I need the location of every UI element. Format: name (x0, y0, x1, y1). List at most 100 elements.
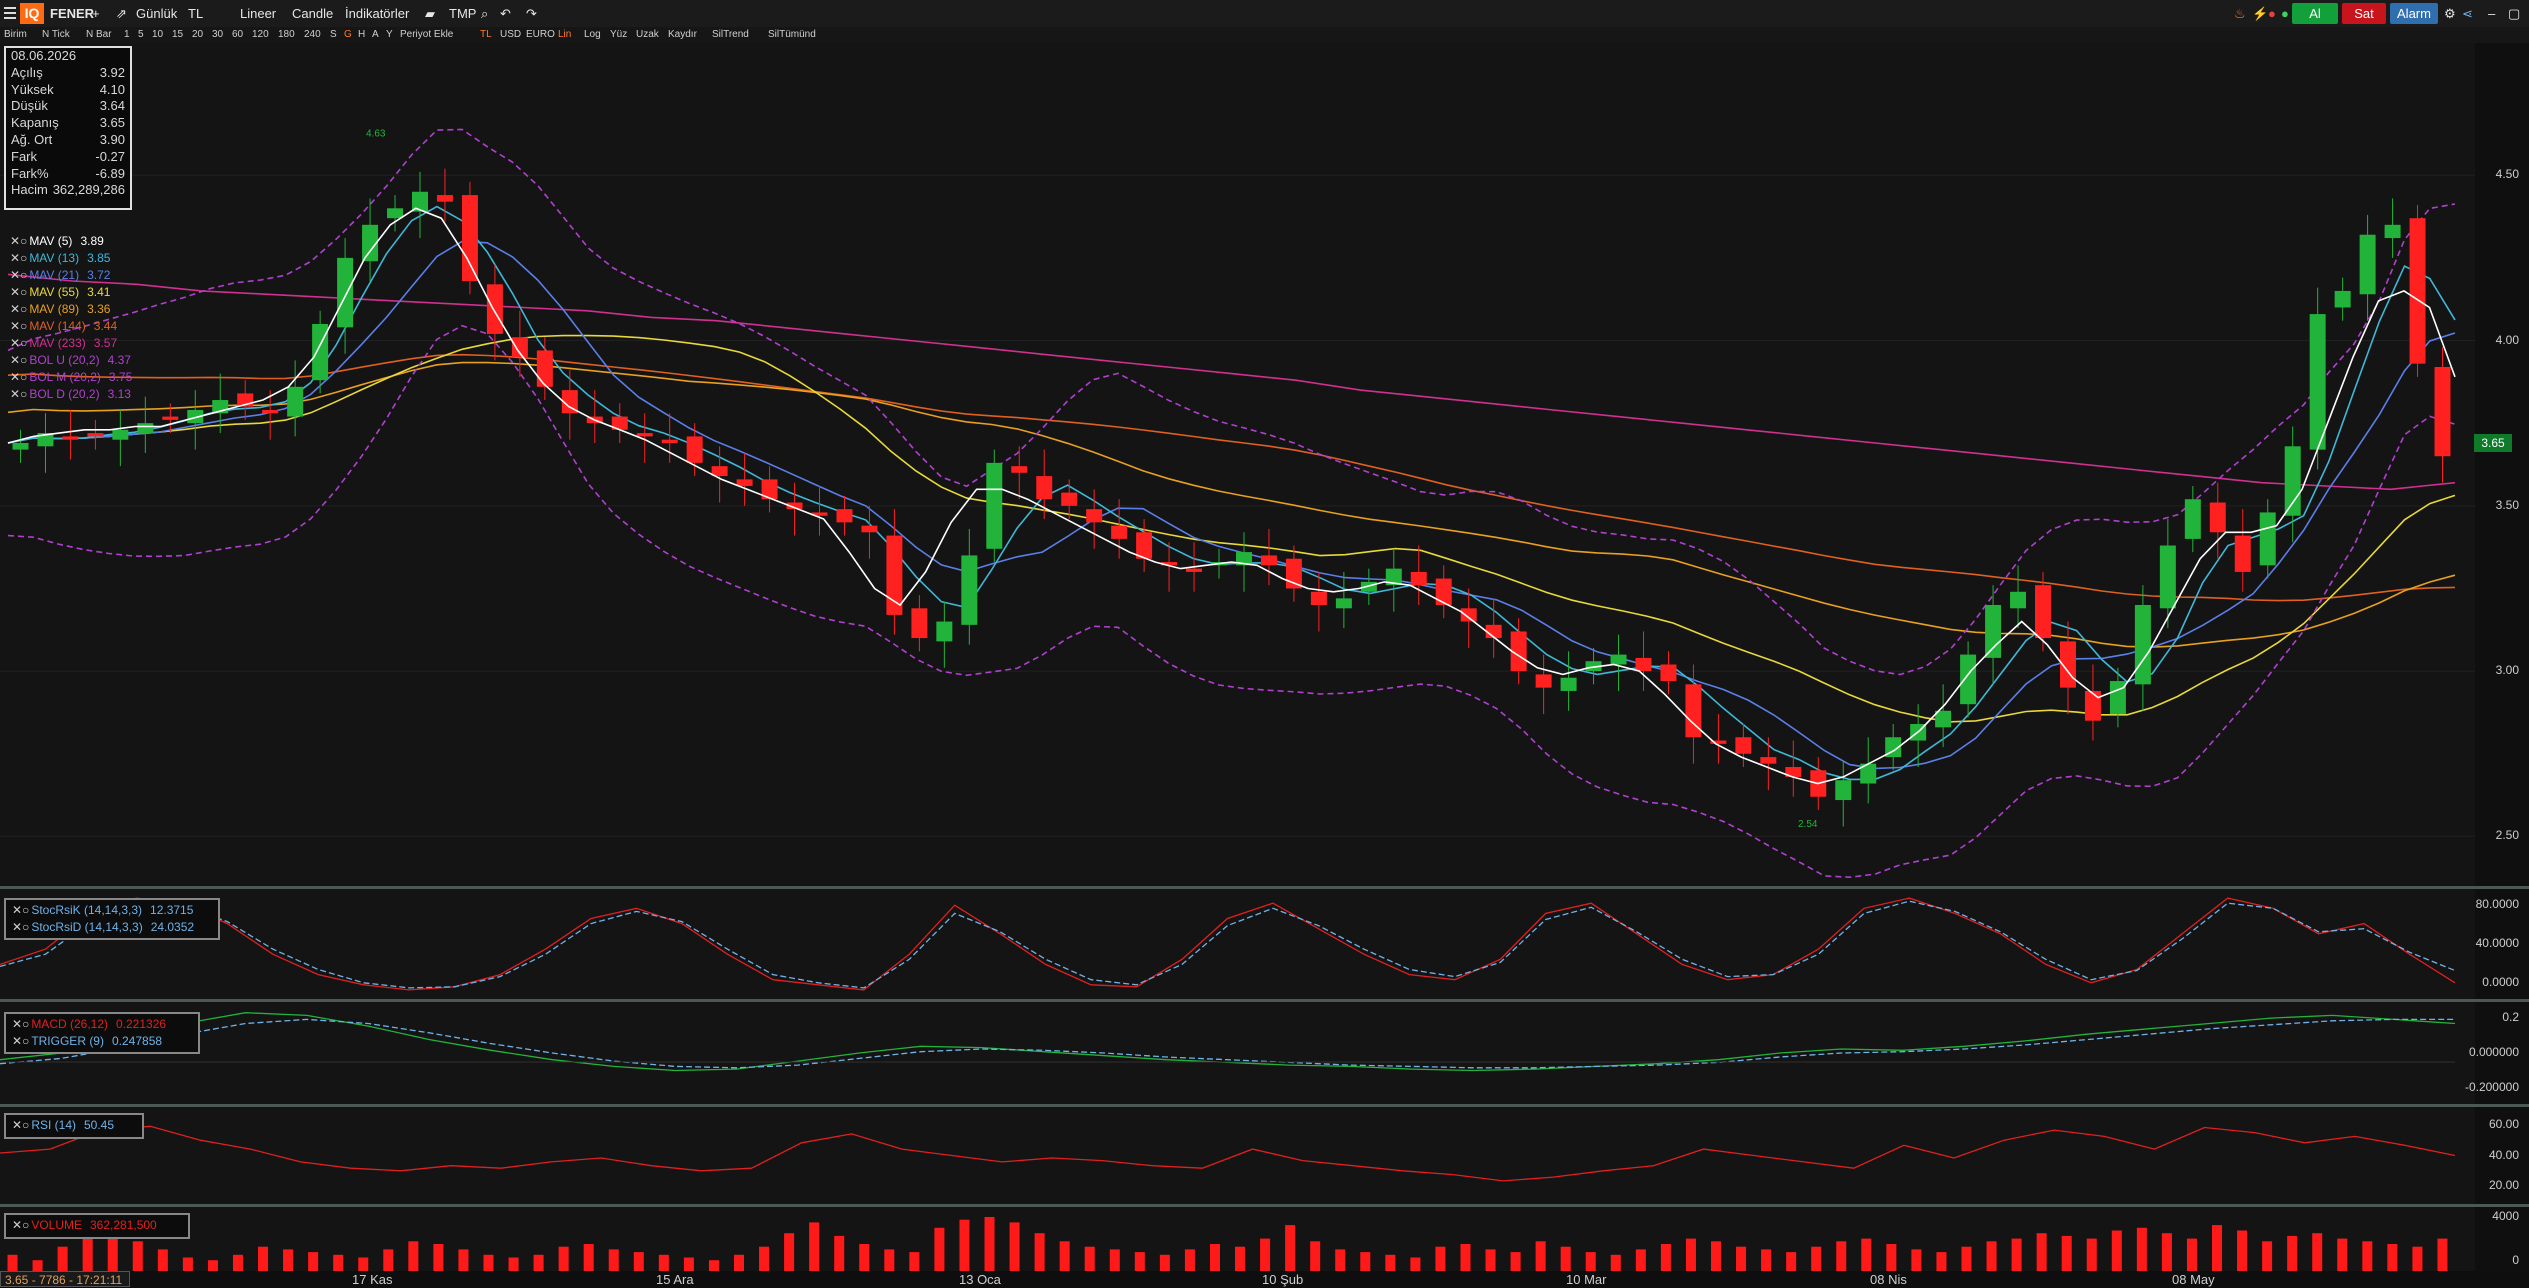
indicator-legend-item[interactable]: ✕○ BOL D (20,2) 3.13 (10, 386, 132, 403)
price-chart-svg[interactable]: 4.63 2.54 (0, 43, 2475, 886)
remove-indicator-icon[interactable]: ✕○ (10, 319, 27, 333)
candle[interactable] (1860, 737, 1877, 804)
maximize-icon[interactable]: ▢ (2508, 6, 2520, 22)
settings-icon[interactable]: ⚙ (2444, 6, 2456, 22)
period-option[interactable]: 180 (278, 29, 295, 40)
period-dropdown[interactable]: Günlük (136, 6, 177, 21)
indicator-legend-item[interactable]: ✕○ MAV (233) 3.57 (10, 335, 132, 352)
candle[interactable] (2434, 347, 2451, 483)
candle[interactable] (2234, 509, 2251, 592)
candle[interactable] (1011, 446, 1028, 500)
remove-indicator-icon[interactable]: ✕○ (12, 903, 29, 917)
record-icon[interactable]: ● (2268, 6, 2276, 21)
indicator-legend-item[interactable]: ✕○ BOL M (20,2) 3.75 (10, 369, 132, 386)
rsi-legend-item[interactable]: ✕○ RSI (14) 50.45 (12, 1117, 136, 1134)
volume-panel[interactable] (0, 1207, 2475, 1271)
folder-icon[interactable]: ▰ (425, 6, 435, 22)
add-symbol-button[interactable]: + (92, 6, 100, 21)
currency-dropdown[interactable]: TL (188, 6, 203, 21)
remove-indicator-icon[interactable]: ✕○ (10, 285, 27, 299)
period-option[interactable]: N Bar (86, 29, 112, 40)
candle[interactable] (12, 429, 29, 463)
external-link-icon[interactable]: ⇗ (116, 6, 127, 22)
remove-indicator-icon[interactable]: ✕○ (12, 1017, 29, 1031)
period-option[interactable]: TL (480, 29, 492, 40)
period-option[interactable]: S (330, 29, 337, 40)
candle[interactable] (37, 413, 54, 473)
period-option[interactable]: Yüz (610, 29, 627, 40)
candle[interactable] (1935, 684, 1952, 748)
stoch-legend-item[interactable]: ✕○ StocRsiK (14,14,3,3) 12.3715 (12, 902, 212, 919)
candle[interactable] (2359, 214, 2376, 321)
candle[interactable] (1960, 641, 1977, 718)
minimize-icon[interactable]: – (2488, 6, 2495, 21)
candle[interactable] (1610, 634, 1627, 691)
candle[interactable] (262, 390, 279, 440)
period-option[interactable]: Kaydır (668, 29, 697, 40)
candle[interactable] (2409, 204, 2426, 377)
alarm-button[interactable]: Alarm (2390, 3, 2438, 24)
price-chart-panel[interactable]: 4.63 2.54 (0, 43, 2475, 886)
candle[interactable] (2384, 198, 2401, 258)
remove-indicator-icon[interactable]: ✕○ (10, 387, 27, 401)
remove-indicator-icon[interactable]: ✕○ (10, 336, 27, 350)
menu-icon[interactable] (4, 7, 16, 19)
price-axis[interactable]: 4.50 4.00 3.50 3.00 2.50 (2475, 43, 2529, 886)
candle[interactable] (2259, 499, 2276, 579)
candle[interactable] (1410, 545, 1427, 605)
candle[interactable] (461, 181, 478, 295)
candle[interactable] (237, 380, 254, 420)
macd-legend-item[interactable]: ✕○ MACD (26,12) 0.221326 (12, 1016, 192, 1033)
indicator-legend-item[interactable]: ✕○ MAV (144) 3.44 (10, 318, 132, 335)
indicator-legend-item[interactable]: ✕○ MAV (55) 3.41 (10, 284, 132, 301)
search-icon[interactable]: ⌕ (481, 6, 488, 22)
candle[interactable] (836, 495, 853, 536)
share-icon[interactable]: ⋖ (2462, 6, 2473, 22)
macd-panel[interactable] (0, 1002, 2475, 1104)
candle[interactable] (811, 485, 828, 536)
candle[interactable] (561, 370, 578, 440)
candle[interactable] (2059, 621, 2076, 715)
stochrsi-panel[interactable] (0, 889, 2475, 999)
period-option[interactable]: USD (500, 29, 521, 40)
period-option[interactable]: EURO (526, 29, 555, 40)
remove-indicator-icon[interactable]: ✕○ (10, 302, 27, 316)
period-option[interactable]: Birim (4, 29, 27, 40)
period-option[interactable]: SilTrend (712, 29, 749, 40)
period-option[interactable]: 15 (172, 29, 183, 40)
undo-icon[interactable]: ↶ (500, 6, 511, 22)
period-option[interactable]: N Tick (42, 29, 70, 40)
candle[interactable] (2010, 565, 2027, 629)
candle[interactable] (1435, 565, 1452, 619)
redo-icon[interactable]: ↷ (526, 6, 537, 22)
buy-button[interactable]: Al (2292, 3, 2338, 24)
candle[interactable] (736, 452, 753, 506)
period-option[interactable]: Log (584, 29, 601, 40)
scale-dropdown[interactable]: Lineer (240, 6, 276, 21)
candle[interactable] (62, 409, 79, 460)
lightning-icon[interactable]: ⚡ (2252, 6, 2268, 22)
candle[interactable] (87, 419, 104, 450)
remove-indicator-icon[interactable]: ✕○ (10, 370, 27, 384)
candle[interactable] (1260, 528, 1277, 586)
candle[interactable] (911, 595, 928, 652)
rsi-panel[interactable] (0, 1107, 2475, 1204)
green-circle-icon[interactable]: ● (2281, 6, 2289, 21)
stoch-legend-item[interactable]: ✕○ StocRsiD (14,14,3,3) 24.0352 (12, 919, 212, 936)
candle[interactable] (1635, 631, 1652, 691)
candle[interactable] (2134, 585, 2151, 711)
candle[interactable] (1310, 571, 1327, 632)
period-option[interactable]: 20 (192, 29, 203, 40)
candle[interactable] (1685, 664, 1702, 764)
indicator-legend-item[interactable]: ✕○ MAV (89) 3.36 (10, 301, 132, 318)
candle[interactable] (1560, 651, 1577, 711)
candle[interactable] (1385, 548, 1402, 612)
candle[interactable] (936, 601, 953, 668)
remove-indicator-icon[interactable]: ✕○ (12, 1218, 29, 1232)
candle[interactable] (886, 509, 903, 635)
candle[interactable] (1760, 737, 1777, 791)
period-option[interactable]: 1 (124, 29, 130, 40)
period-option[interactable]: Uzak (636, 29, 659, 40)
period-option[interactable]: Periyot Ekle (400, 29, 453, 40)
candle[interactable] (2109, 667, 2126, 728)
